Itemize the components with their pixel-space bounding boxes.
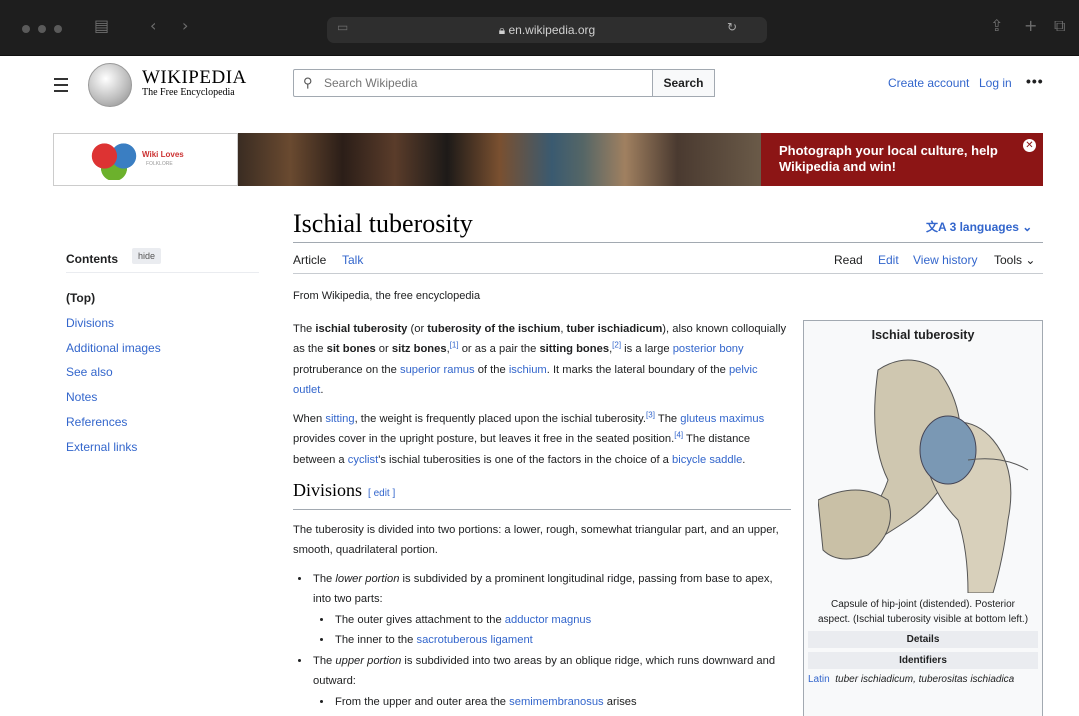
forward-icon[interactable]: ›	[182, 16, 188, 35]
window-controls[interactable]	[22, 25, 62, 33]
infobox-latin-row: Latin tuber ischiadicum, tuberositas isc…	[808, 674, 1038, 685]
chevron-down-icon: ⌄	[1018, 220, 1033, 234]
search-input[interactable]	[324, 76, 624, 90]
page-title: Ischial tuberosity	[293, 209, 473, 238]
login-link[interactable]: Log in	[979, 76, 1012, 90]
banner-photo-strip	[238, 133, 761, 186]
infobox-caption: Capsule of hip-joint (distended). Poster…	[817, 599, 1029, 625]
tab-overview-icon[interactable]: ⧉	[1054, 16, 1065, 36]
toc-item-see-also[interactable]: See also	[66, 365, 113, 379]
tab-read[interactable]: Read	[834, 253, 863, 267]
toc-item-top[interactable]: (Top)	[66, 286, 161, 311]
edit-label: edit	[373, 488, 390, 499]
toc-item-references[interactable]: References	[66, 415, 127, 429]
browser-toolbar: ▤ ‹ › ▭ 🔒︎ en.wikipedia.org ↻ ⇪ + ⧉	[0, 0, 1079, 56]
translate-icon: 文A	[926, 220, 950, 234]
url-text: en.wikipedia.org	[508, 23, 596, 37]
site-sub: From Wikipedia, the free encyclopedia	[293, 290, 481, 302]
toc-item-external-links[interactable]: External links	[66, 440, 137, 454]
lock-icon: 🔒︎	[498, 23, 509, 37]
infobox-identifiers-header: Identifiers	[808, 652, 1038, 669]
share-icon[interactable]: ⇪	[990, 16, 1003, 35]
banner-cta[interactable]: Photograph your local culture, help Wiki…	[761, 133, 1043, 186]
toc-heading: Contents	[66, 252, 118, 266]
new-tab-icon[interactable]: +	[1024, 16, 1037, 35]
campaign-banner[interactable]: Wiki Loves FOLKLORE Photograph your loca…	[53, 133, 1043, 186]
toc-hide-button[interactable]: hide	[132, 248, 162, 264]
language-button[interactable]: 文A 3 languages ⌄	[926, 218, 1032, 235]
toc-item-divisions[interactable]: Divisions	[66, 316, 114, 330]
toc-item-notes[interactable]: Notes	[66, 390, 97, 404]
tab-talk[interactable]: Talk	[342, 253, 363, 267]
table-of-contents: Contents hide (Top) Divisions Additional…	[66, 248, 259, 454]
lead-paragraph: The ischial tuberosity (or tuberosity of…	[293, 322, 787, 397]
infobox: Ischial tuberosity Capsule of hip-joint …	[803, 320, 1043, 716]
infobox-details-header: Details	[808, 631, 1038, 648]
search-box: ⚲	[293, 69, 653, 97]
puzzle-heart-icon	[90, 140, 138, 180]
list-item: The inner to the sacrotuberous ligament	[333, 630, 791, 651]
search-icon: ⚲	[303, 75, 313, 90]
article-body: From Wikipedia, the free encyclopedia Th…	[293, 286, 791, 712]
list-item: From the upper and outer area the semime…	[333, 692, 791, 713]
list-item: The upper portion is subdivided into two…	[311, 651, 791, 713]
web-page: WIKIPEDIA The Free Encyclopedia ⚲ Search…	[0, 56, 1079, 716]
address-bar[interactable]: ▭ 🔒︎ en.wikipedia.org ↻	[327, 17, 767, 43]
tab-edit[interactable]: Edit	[878, 253, 899, 267]
tab-article[interactable]: Article	[293, 253, 326, 267]
paragraph: When sitting, the weight is frequently p…	[293, 409, 765, 466]
list-item: The lower portion is subdivided by a pro…	[311, 569, 791, 651]
list-item: The outer gives attachment to the adduct…	[333, 610, 791, 631]
wikipedia-globe-logo[interactable]	[88, 63, 132, 107]
tools-label: Tools	[994, 253, 1023, 267]
reload-icon[interactable]: ↻	[727, 20, 737, 34]
sidebar-toggle-icon[interactable]: ▤	[94, 16, 109, 35]
hip-joint-illustration[interactable]	[817, 350, 1036, 594]
back-icon[interactable]: ‹	[150, 16, 156, 35]
main-menu-icon[interactable]	[54, 78, 68, 96]
banner-logo: Wiki Loves FOLKLORE	[53, 133, 238, 186]
section-edit-link[interactable]: [ edit ]	[368, 488, 395, 499]
create-account-link[interactable]: Create account	[888, 76, 969, 90]
search-button[interactable]: Search	[652, 69, 715, 97]
chevron-down-icon: ⌄	[1025, 253, 1036, 267]
wordmark[interactable]: WIKIPEDIA	[142, 67, 247, 89]
banner-logo-subtitle: FOLKLORE	[146, 161, 173, 167]
toc-item-additional-images[interactable]: Additional images	[66, 341, 161, 355]
tab-view-history[interactable]: View history	[913, 253, 977, 267]
paragraph: The tuberosity is divided into two porti…	[293, 523, 779, 557]
language-count: 3 languages	[949, 220, 1019, 234]
section-heading-divisions: Divisions [ edit ]	[293, 480, 791, 510]
more-options-icon[interactable]: •••	[1026, 73, 1044, 89]
tagline: The Free Encyclopedia	[142, 87, 235, 98]
banner-logo-title: Wiki Loves	[142, 150, 184, 159]
latin-label[interactable]: Latin	[808, 674, 830, 685]
tools-menu[interactable]: Tools ⌄	[994, 253, 1035, 267]
section-title: Divisions	[293, 480, 363, 500]
latin-value: tuber ischiadicum, tuberositas ischiadic…	[835, 674, 1015, 685]
close-icon[interactable]: ✕	[1023, 139, 1036, 152]
infobox-title: Ischial tuberosity	[871, 328, 975, 342]
division-list: The lower portion is subdivided by a pro…	[311, 569, 791, 713]
